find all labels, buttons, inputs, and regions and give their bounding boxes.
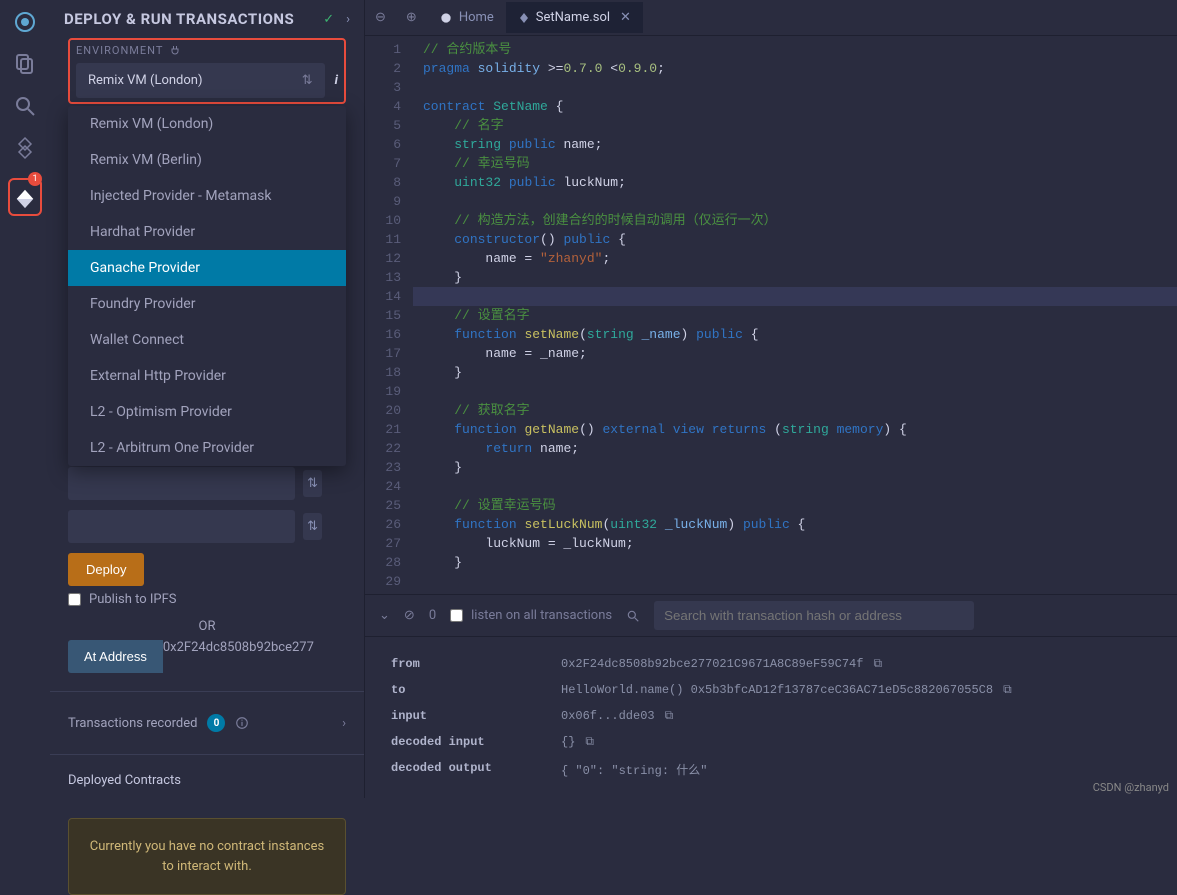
zoom-in-icon[interactable]: ⊕	[396, 10, 427, 25]
env-option[interactable]: L2 - Arbitrum One Provider	[68, 430, 346, 466]
stepper[interactable]: ⇅	[303, 470, 322, 497]
env-option[interactable]: L2 - Optimism Provider	[68, 394, 346, 430]
environment-label: ENVIRONMENT	[76, 44, 338, 57]
search-icon[interactable]	[626, 609, 640, 623]
listen-all-label: listen on all transactions	[471, 608, 612, 623]
watermark: CSDN @zhanyd	[1093, 781, 1169, 794]
copy-icon[interactable]: ⧉	[665, 709, 674, 723]
publish-ipfs-checkbox[interactable]	[68, 593, 81, 606]
terminal-row: input0x06f...dde03⧉	[391, 703, 1151, 729]
environment-dropdown: Remix VM (London)Remix VM (Berlin)Inject…	[68, 106, 346, 466]
env-option[interactable]: Hardhat Provider	[68, 214, 346, 250]
solidity-icon[interactable]	[13, 136, 37, 160]
value-input[interactable]	[68, 510, 295, 543]
transactions-recorded-row[interactable]: Transactions recorded 0 ›	[50, 700, 364, 746]
value-input[interactable]	[68, 467, 295, 500]
terminal-search-input[interactable]	[654, 601, 974, 630]
panel-title: DEPLOY & RUN TRANSACTIONS	[64, 10, 323, 28]
listen-all-checkbox[interactable]	[450, 609, 463, 622]
info-icon[interactable]: i	[335, 73, 338, 88]
terminal-row: decoded output{ "0": "string: 什么"	[391, 755, 1151, 784]
close-icon[interactable]: ✕	[620, 10, 631, 25]
plug-icon	[169, 45, 181, 57]
env-option[interactable]: Injected Provider - Metamask	[68, 178, 346, 214]
env-option[interactable]: External Http Provider	[68, 358, 346, 394]
copy-icon[interactable]: ⧉	[873, 657, 882, 671]
zoom-out-icon[interactable]: ⊖	[365, 10, 396, 25]
terminal-row: from0x2F24dc8508b92bce277021C9671A8C89eF…	[391, 651, 1151, 677]
deploy-run-icon-active[interactable]: 1	[8, 178, 42, 216]
environment-select[interactable]: Remix VM (London) ⇅	[76, 63, 325, 98]
info-icon[interactable]	[235, 716, 249, 730]
editor-area: ⊖ ⊕ Home SetName.sol ✕ 12345678910111213…	[365, 0, 1177, 798]
badge: 1	[28, 172, 42, 186]
env-option[interactable]: Remix VM (London)	[68, 106, 346, 142]
code-editor[interactable]: 1234567891011121314151617181920212223242…	[365, 36, 1177, 594]
stepper[interactable]: ⇅	[303, 513, 322, 540]
env-option[interactable]: Remix VM (Berlin)	[68, 142, 346, 178]
deploy-button[interactable]: Deploy	[68, 553, 144, 586]
deployed-contracts-label: Deployed Contracts	[68, 773, 346, 788]
trx-count-badge: 0	[207, 714, 225, 732]
tab-file[interactable]: SetName.sol ✕	[506, 2, 643, 33]
at-address-button[interactable]: At Address	[68, 640, 163, 673]
solidity-file-icon	[518, 12, 530, 24]
at-address-input[interactable]: 0x2F24dc8508b92bce277	[163, 640, 314, 673]
copy-icon[interactable]: ⧉	[585, 735, 594, 749]
terminal: ⌄ ⊘ 0 listen on all transactions from0x2…	[365, 594, 1177, 798]
files-icon[interactable]	[13, 52, 37, 76]
or-label: OR	[68, 613, 346, 640]
remix-logo-icon[interactable]	[13, 10, 37, 34]
env-option[interactable]: Ganache Provider	[68, 250, 346, 286]
chevron-right-icon[interactable]: ›	[346, 12, 350, 27]
env-option[interactable]: Foundry Provider	[68, 286, 346, 322]
deployed-empty-message: Currently you have no contract instances…	[68, 818, 346, 895]
terminal-row: decoded input{}⧉	[391, 729, 1151, 755]
environment-box: ENVIRONMENT Remix VM (London) ⇅ i Remix …	[68, 38, 346, 104]
clear-icon[interactable]: ⊘	[404, 608, 415, 623]
copy-icon[interactable]: ⧉	[1003, 683, 1012, 697]
chevron-right-icon[interactable]: ›	[342, 716, 346, 731]
home-icon	[439, 11, 453, 25]
terminal-row: toHelloWorld.name() 0x5b3bfcAD12f13787ce…	[391, 677, 1151, 703]
search-icon[interactable]	[13, 94, 37, 118]
env-option[interactable]: Wallet Connect	[68, 322, 346, 358]
deploy-run-panel: DEPLOY & RUN TRANSACTIONS ✓ › ENVIRONMEN…	[50, 0, 365, 798]
tab-home[interactable]: Home	[427, 2, 506, 33]
tab-bar: ⊖ ⊕ Home SetName.sol ✕	[365, 0, 1177, 36]
collapse-icon[interactable]: ⌄	[379, 608, 390, 623]
check-icon[interactable]: ✓	[323, 12, 334, 27]
select-caret-icon: ⇅	[302, 73, 313, 88]
publish-ipfs-label: Publish to IPFS	[89, 592, 177, 607]
icon-sidebar: 1	[0, 0, 50, 798]
pending-count: 0	[429, 608, 436, 623]
